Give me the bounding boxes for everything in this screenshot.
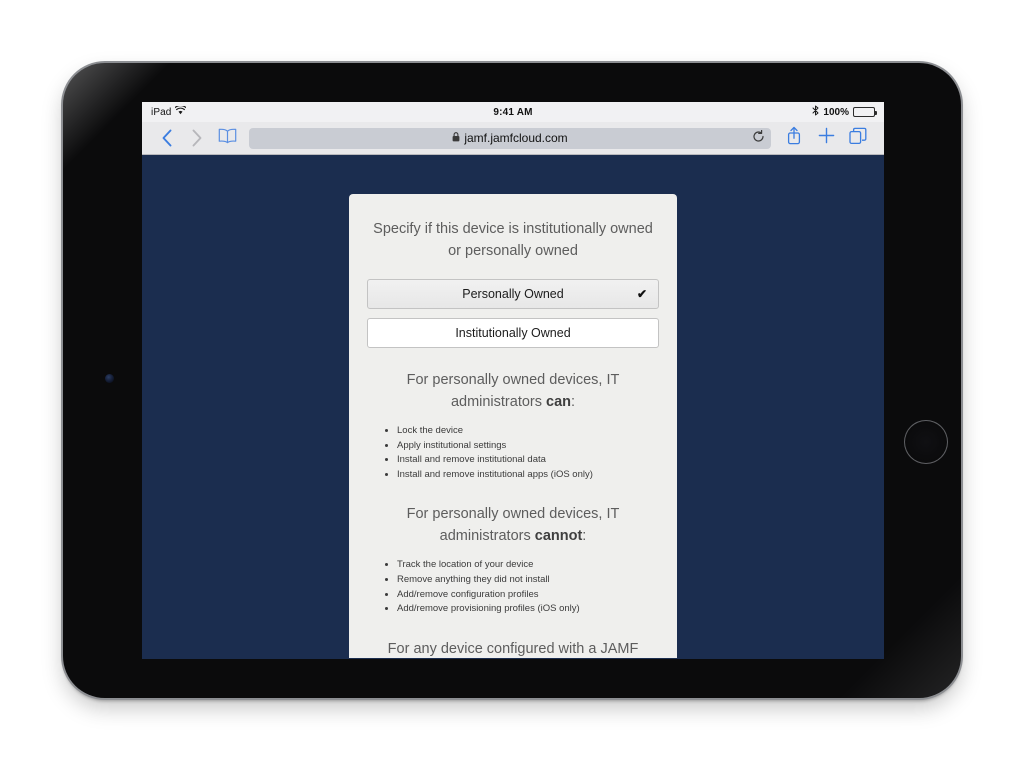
chevron-right-icon xyxy=(191,129,203,147)
share-icon xyxy=(786,126,802,150)
choice-personally-owned[interactable]: Personally Owned ✔ xyxy=(367,279,659,309)
status-bar: iPad 9:41 AM 100% xyxy=(142,102,884,122)
chevron-left-icon xyxy=(161,129,173,147)
ipad-screen: iPad 9:41 AM 100% jamf.jamfcloud.com Spe… xyxy=(142,102,884,659)
choice-label: Personally Owned xyxy=(462,287,564,301)
section-heading-prefix: For personally owned devices, IT adminis… xyxy=(406,506,620,545)
section-heading-emphasis: can xyxy=(546,394,572,410)
list-item: Track the location of your device xyxy=(397,558,659,573)
list-item: Lock the device xyxy=(397,424,659,439)
enrollment-card: Specify if this device is institutionall… xyxy=(349,194,677,658)
forward-button[interactable] xyxy=(182,125,212,151)
choice-institutionally-owned[interactable]: Institutionally Owned xyxy=(367,318,659,348)
status-bar-clock: 9:41 AM xyxy=(493,106,533,118)
section-heading-suffix: : xyxy=(582,528,587,545)
list-item: Add/remove configuration profiles xyxy=(397,588,659,603)
reload-icon xyxy=(752,129,765,146)
bookmarks-button[interactable] xyxy=(212,125,242,151)
bluetooth-icon xyxy=(812,105,819,119)
list-item: Install and remove institutional apps (i… xyxy=(397,468,659,483)
tabs-icon xyxy=(849,127,867,150)
can-list: Lock the device Apply institutional sett… xyxy=(397,424,659,482)
home-button[interactable] xyxy=(904,420,948,464)
list-item: Remove anything they did not install xyxy=(397,573,659,588)
checkmark-icon: ✔ xyxy=(636,287,647,301)
section-heading-email-account: For any device configured with a JAMF So… xyxy=(387,640,639,657)
section-heading-emphasis: cannot xyxy=(534,528,583,545)
choice-label: Institutionally Owned xyxy=(455,326,571,340)
battery-percent-label: 100% xyxy=(823,106,849,118)
plus-icon xyxy=(818,127,835,149)
battery-full-icon xyxy=(853,107,877,117)
cannot-list: Track the location of your device Remove… xyxy=(397,558,659,616)
browser-toolbar: jamf.jamfcloud.com xyxy=(142,122,884,155)
carrier-label: iPad xyxy=(151,106,172,118)
reload-button[interactable] xyxy=(751,129,765,146)
section-heading-suffix: : xyxy=(571,394,576,410)
ownership-choice-list: Personally Owned ✔ Institutionally Owned xyxy=(367,279,659,348)
section-heading-prefix: For personally owned devices, IT adminis… xyxy=(406,372,620,410)
list-item: Install and remove institutional data xyxy=(397,453,659,468)
list-item: Apply institutional settings xyxy=(397,439,659,454)
back-button[interactable] xyxy=(152,125,182,151)
status-bar-right: 100% xyxy=(812,105,877,119)
front-camera-icon xyxy=(105,374,114,383)
section-heading-cannot: For personally owned devices, IT adminis… xyxy=(367,503,659,547)
lock-icon xyxy=(452,132,460,144)
new-tab-button[interactable] xyxy=(810,125,842,151)
show-tabs-button[interactable] xyxy=(842,125,874,151)
share-button[interactable] xyxy=(778,125,810,151)
wifi-icon xyxy=(174,104,187,118)
book-icon xyxy=(218,128,237,149)
page-title: Specify if this device is institutionall… xyxy=(373,221,653,259)
web-page-body: Specify if this device is institutionall… xyxy=(142,155,884,658)
status-bar-left: iPad xyxy=(151,104,187,118)
url-bar[interactable]: jamf.jamfcloud.com xyxy=(249,127,771,149)
section-heading-can: For personally owned devices, IT adminis… xyxy=(367,369,659,413)
list-item: Add/remove provisioning profiles (iOS on… xyxy=(397,602,659,617)
ipad-device-frame: iPad 9:41 AM 100% jamf.jamfcloud.com Spe… xyxy=(63,63,961,698)
url-text: jamf.jamfcloud.com xyxy=(464,131,568,145)
